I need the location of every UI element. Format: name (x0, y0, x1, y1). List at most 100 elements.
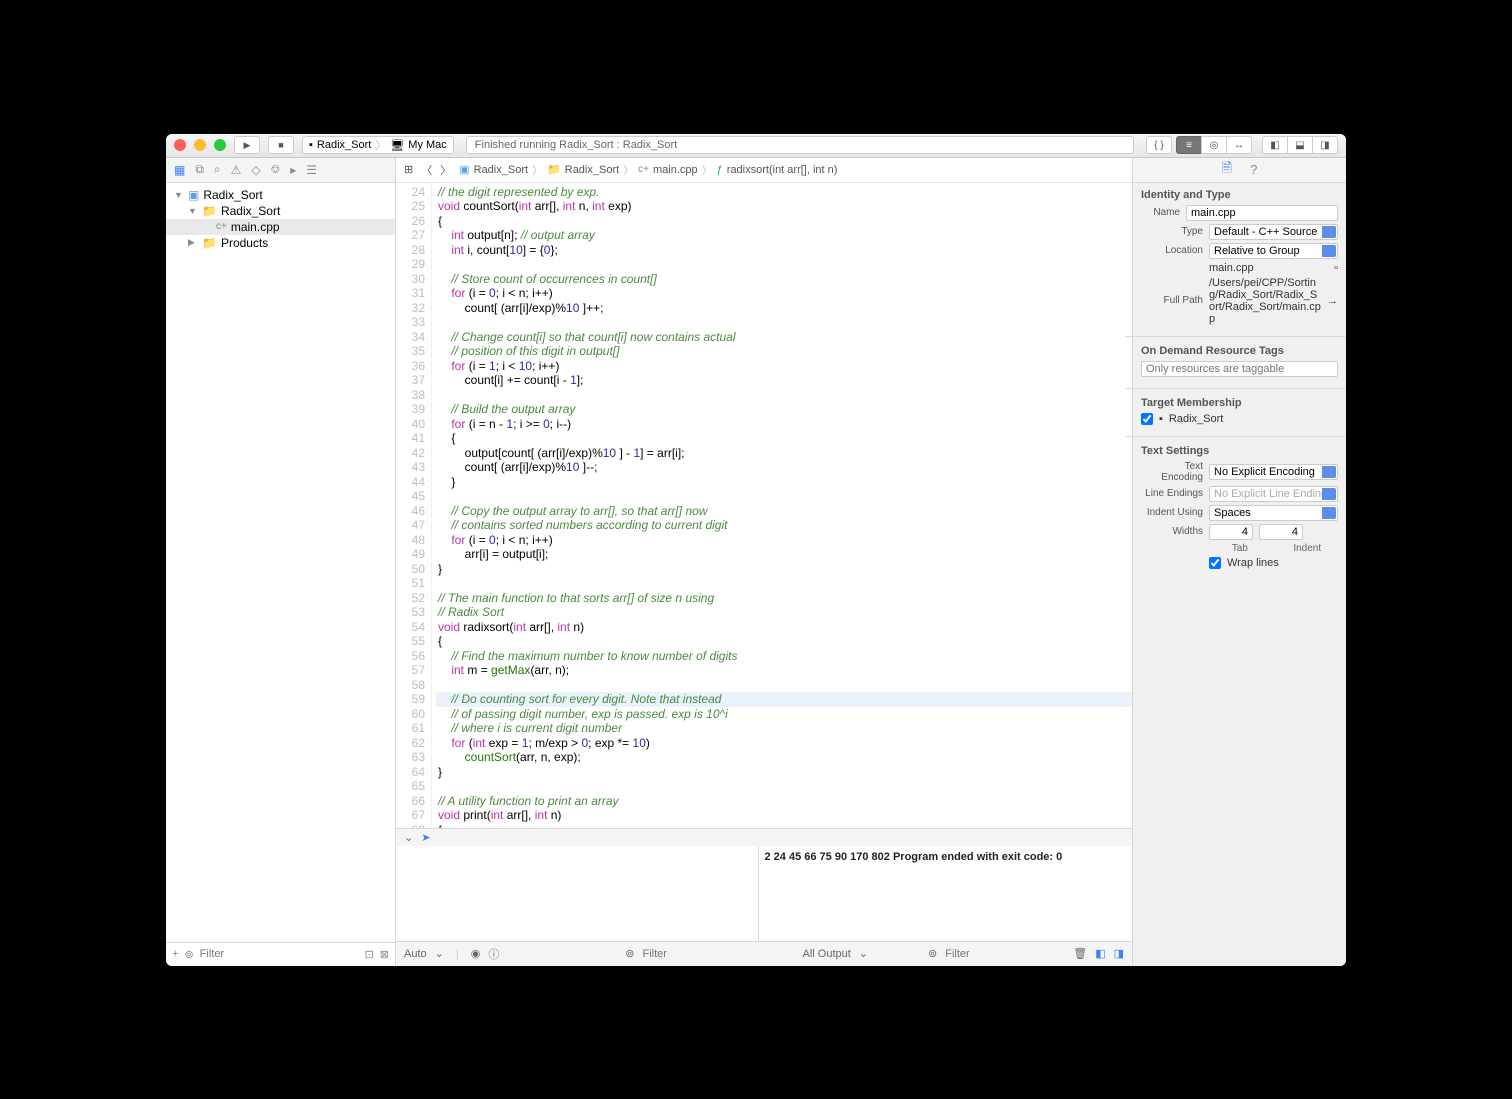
scheme-selector[interactable]: ▪ Radix_Sort 〉 🖥 My Mac (302, 136, 454, 154)
folder-icon: 📁 (547, 163, 561, 176)
tree-project-root[interactable]: ▼▣ Radix_Sort (166, 187, 395, 203)
related-items-icon[interactable]: ⊞ (404, 163, 413, 176)
chevron-down-icon: ⌄ (859, 947, 868, 960)
toggle-navigator-button[interactable]: ◧ (1262, 136, 1288, 154)
recent-icon[interactable]: ⊡ (365, 948, 374, 961)
tree-label: Radix_Sort (203, 188, 262, 202)
test-nav-icon[interactable]: ◇ (251, 163, 260, 177)
indent-label: Indent Using (1141, 507, 1203, 518)
close-icon[interactable] (174, 139, 186, 151)
left-pane-icon[interactable]: ◧ (1095, 947, 1105, 960)
stop-button[interactable]: ■ (268, 136, 294, 154)
minimize-icon[interactable] (194, 139, 206, 151)
auto-scope-button[interactable]: Auto (404, 948, 427, 960)
debug-nav-icon[interactable]: ⎊ (271, 162, 281, 177)
zoom-icon[interactable] (214, 139, 226, 151)
symbol-nav-icon[interactable]: ⧉ (195, 162, 204, 177)
location-select[interactable]: Relative to Group (1209, 243, 1338, 259)
find-nav-icon[interactable]: ⌕ (214, 162, 221, 177)
activity-status: Finished running Radix_Sort : Radix_Sort (466, 136, 1134, 154)
report-nav-icon[interactable]: ☰ (306, 163, 317, 177)
type-label: Type (1141, 226, 1203, 237)
console-output[interactable]: 2 24 45 66 75 90 170 802 Program ended w… (759, 846, 1133, 941)
navigator-tabs: ▦ ⧉ ⌕ ⚠ ◇ ⎊ ▸ ☰ (166, 158, 395, 183)
breakpoint-nav-icon[interactable]: ▸ (290, 163, 296, 177)
navigator-filter-input[interactable] (200, 948, 359, 960)
breadcrumb-project[interactable]: Radix_Sort (474, 164, 528, 176)
issue-nav-icon[interactable]: ⚠ (231, 163, 242, 177)
tab-width-field[interactable] (1209, 524, 1253, 540)
section-ondemand-title: On Demand Resource Tags (1141, 345, 1338, 357)
code-editor[interactable]: 2425262728293031323334353637383940414243… (396, 183, 1132, 828)
traffic-lights (174, 139, 226, 151)
breakpoint-toggle-icon[interactable]: ➤ (421, 831, 430, 844)
file-inspector-icon[interactable]: 🗎 (1222, 159, 1232, 181)
right-pane-icon[interactable]: ◨ (1114, 947, 1124, 960)
tab-caption: Tab (1209, 543, 1271, 554)
output-scope-button[interactable]: All Output (802, 948, 850, 960)
help-inspector-icon[interactable]: ? (1250, 162, 1257, 177)
target-icon: ▪ (309, 139, 313, 151)
folder-icon[interactable]: ▫ (1334, 262, 1338, 274)
editor-options-button[interactable]: { } (1146, 136, 1172, 154)
debug-area: 2 24 45 66 75 90 170 802 Program ended w… (396, 846, 1132, 942)
assistant-editor-button[interactable]: ◎ (1201, 136, 1227, 154)
toggle-debug-button[interactable]: ⬓ (1287, 136, 1313, 154)
reveal-icon[interactable]: → (1327, 295, 1338, 307)
device-icon: 🖥 (390, 139, 404, 152)
debug-footer: Auto⌄ | ◉ ⓘ ⊚ All Output⌄ ⊚ 🗑 ◧ ◨ (396, 942, 1132, 966)
project-nav-icon[interactable]: ▦ (174, 163, 185, 177)
navigator-pane: ▦ ⧉ ⌕ ⚠ ◇ ⎊ ▸ ☰ ▼▣ Radix_Sort ▼📁 Radix_S… (166, 158, 396, 966)
standard-editor-button[interactable]: ≡ (1176, 136, 1202, 154)
source-text[interactable]: // the digit represented by exp.void cou… (432, 183, 1132, 828)
add-icon[interactable]: + (172, 948, 178, 960)
target-name: Radix_Sort (1169, 413, 1223, 425)
section-text-title: Text Settings (1141, 445, 1338, 457)
target-icon: ▪ (1159, 413, 1163, 425)
variables-view[interactable] (396, 846, 759, 941)
tree-group[interactable]: ▼📁 Radix_Sort (166, 203, 395, 219)
forward-button[interactable]: 〉 (440, 162, 451, 178)
editor-pane: ⊞ 〈 〉 ▣Radix_Sort〉 📁Radix_Sort〉 c+main.c… (396, 158, 1132, 966)
fullpath-label: Full Path (1141, 295, 1203, 306)
indent-select[interactable]: Spaces (1209, 505, 1338, 521)
chevron-right-icon: 〉 (375, 137, 386, 153)
console-filter-input[interactable] (945, 948, 1065, 960)
target-checkbox[interactable] (1141, 413, 1153, 425)
console-text: 2 24 45 66 75 90 170 802 Program ended w… (765, 851, 1063, 863)
variables-filter-input[interactable] (642, 948, 762, 960)
encoding-label: Text Encoding (1141, 461, 1203, 483)
trash-icon[interactable]: 🗑 (1073, 947, 1087, 960)
jump-bar: ⊞ 〈 〉 ▣Radix_Sort〉 📁Radix_Sort〉 c+main.c… (396, 158, 1132, 183)
version-editor-button[interactable]: ↔ (1226, 136, 1252, 154)
location-label: Location (1141, 245, 1203, 256)
project-tree: ▼▣ Radix_Sort ▼📁 Radix_Sort c+ main.cpp … (166, 183, 395, 942)
tree-file-main[interactable]: c+ main.cpp (166, 219, 395, 235)
wrap-checkbox[interactable] (1209, 557, 1221, 569)
lineend-select[interactable]: No Explicit Line Endings (1209, 486, 1338, 502)
tree-label: Radix_Sort (221, 204, 280, 218)
print-icon[interactable]: ⓘ (488, 946, 499, 962)
breadcrumb-file[interactable]: main.cpp (653, 164, 698, 176)
breadcrumb-folder[interactable]: Radix_Sort (565, 164, 619, 176)
hide-debug-icon[interactable]: ⌄ (404, 831, 413, 844)
filter-icon: ⊚ (625, 947, 634, 960)
breadcrumb-symbol[interactable]: radixsort(int arr[], int n) (727, 164, 838, 176)
back-button[interactable]: 〈 (421, 162, 432, 178)
navigator-footer: + ⊚ ⊡ ⊠ (166, 942, 395, 966)
tree-products[interactable]: ▶📁 Products (166, 235, 395, 251)
tree-label: main.cpp (231, 220, 280, 234)
inspector-tabs: 🗎 ? (1133, 158, 1346, 183)
project-icon: ▣ (188, 188, 199, 202)
run-button[interactable]: ▶ (234, 136, 260, 154)
toggle-inspector-button[interactable]: ◨ (1312, 136, 1338, 154)
type-select[interactable]: Default - C++ Source (1209, 224, 1338, 240)
indent-width-field[interactable] (1259, 524, 1303, 540)
quicklook-icon[interactable]: ◉ (471, 947, 481, 960)
filter-icon: ⊚ (928, 947, 937, 960)
tree-label: Products (221, 236, 268, 250)
scm-icon[interactable]: ⊠ (380, 948, 389, 961)
encoding-select[interactable]: No Explicit Encoding (1209, 464, 1338, 480)
cpp-file-icon: c+ (216, 221, 227, 232)
name-field[interactable] (1186, 205, 1338, 221)
